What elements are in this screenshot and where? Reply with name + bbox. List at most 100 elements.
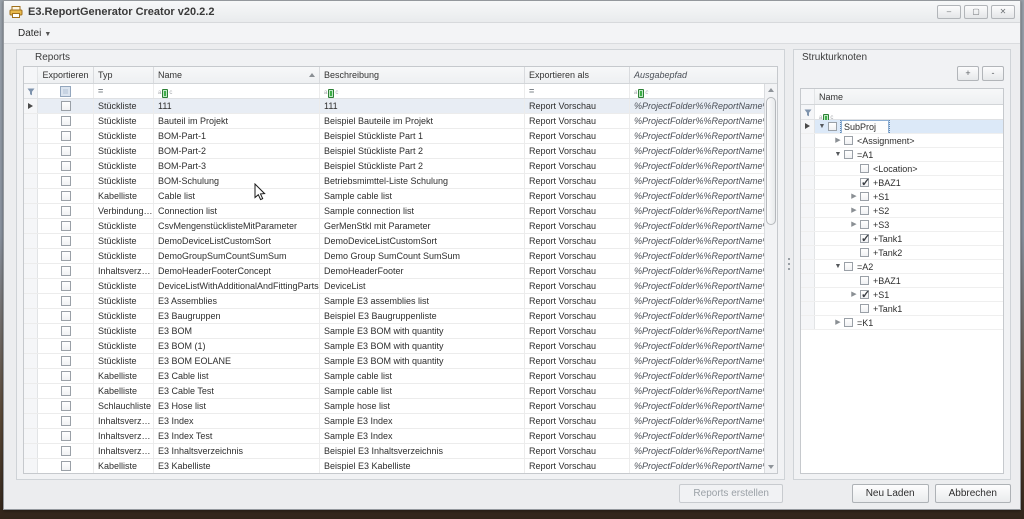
export-checkbox-cell[interactable] <box>38 249 94 263</box>
scroll-down-icon[interactable] <box>765 461 777 473</box>
reports-erstellen-button[interactable]: Reports erstellen <box>679 484 783 503</box>
export-checkbox-cell[interactable] <box>38 459 94 473</box>
export-checkbox-cell[interactable] <box>38 354 94 368</box>
column-header-exportieren[interactable]: Exportieren <box>38 67 94 83</box>
table-row[interactable]: StücklisteBOM-SchulungBetriebsmimttel-Li… <box>24 174 764 189</box>
table-row[interactable]: InhaltsverzeichnisDemoHeaderFooterConcep… <box>24 264 764 279</box>
expand-closed-icon[interactable]: ▶ <box>833 316 843 329</box>
node-label[interactable]: +Tank2 <box>873 247 902 259</box>
export-checkbox-cell[interactable] <box>38 324 94 338</box>
export-checkbox-cell[interactable] <box>38 144 94 158</box>
table-row[interactable]: StücklisteDemoGroupSumCountSumSumDemo Gr… <box>24 249 764 264</box>
export-checkbox-cell[interactable] <box>38 279 94 293</box>
table-row[interactable]: KabellisteE3 KabellisteBeispiel E3 Kabel… <box>24 459 764 473</box>
export-checkbox-cell[interactable] <box>38 369 94 383</box>
column-header-beschreibung[interactable]: Beschreibung <box>320 67 525 83</box>
export-checkbox-cell[interactable] <box>38 339 94 353</box>
tree-node-row[interactable]: ▶=K1 <box>801 316 1003 330</box>
table-row[interactable]: StücklisteE3 BOM EOLANESample E3 BOM wit… <box>24 354 764 369</box>
tree-node-row[interactable]: +Tank1 <box>801 302 1003 316</box>
maximize-button[interactable]: ▢ <box>964 5 988 19</box>
table-row[interactable]: StücklisteCsvMengenstücklisteMitParamete… <box>24 219 764 234</box>
table-row[interactable]: StücklisteBOM-Part-2Beispiel Stückliste … <box>24 144 764 159</box>
node-checkbox[interactable] <box>860 192 869 201</box>
tree-node-row[interactable]: ▶ +S2 <box>801 204 1003 218</box>
tree-node-row[interactable]: +Tank1 <box>801 232 1003 246</box>
table-row[interactable]: InhaltsverzeichnisE3 Index TestSample E3… <box>24 429 764 444</box>
tree-filter-cell-name[interactable]: ac <box>815 105 1003 119</box>
export-checkbox-cell[interactable] <box>38 129 94 143</box>
table-row[interactable]: StücklisteDeviceListWithAdditionalAndFit… <box>24 279 764 294</box>
node-label[interactable]: +S3 <box>873 219 889 231</box>
panel-splitter[interactable] <box>785 49 793 480</box>
table-row[interactable]: StücklisteBOM-Part-3Beispiel Stückliste … <box>24 159 764 174</box>
node-checkbox[interactable] <box>860 276 869 285</box>
column-header-name[interactable]: Name <box>154 67 320 83</box>
expand-closed-icon[interactable]: ▶ <box>849 288 859 301</box>
abbrechen-button[interactable]: Abbrechen <box>935 484 1011 503</box>
node-checkbox[interactable] <box>828 122 837 131</box>
node-label[interactable]: <Location> <box>873 163 918 175</box>
expand-open-icon[interactable]: ▼ <box>833 260 843 273</box>
export-checkbox-cell[interactable] <box>38 219 94 233</box>
expand-closed-icon[interactable]: ▶ <box>833 134 843 147</box>
node-label[interactable]: +S2 <box>873 205 889 217</box>
close-button[interactable]: ✕ <box>991 5 1015 19</box>
tree-node-row[interactable]: ▶ +S3 <box>801 218 1003 232</box>
expand-open-icon[interactable]: ▼ <box>833 148 843 161</box>
tree-node-row[interactable]: ▼ =A1 <box>801 148 1003 162</box>
expand-closed-icon[interactable]: ▶ <box>849 190 859 203</box>
export-checkbox-cell[interactable] <box>38 174 94 188</box>
expand-open-icon[interactable]: ▼ <box>817 120 827 133</box>
tree-node-row[interactable]: ▶+S1 <box>801 288 1003 302</box>
add-node-button[interactable]: + <box>957 66 979 81</box>
tree-node-row[interactable]: ▼SubProj <box>801 120 1003 134</box>
table-row[interactable]: StücklisteE3 BOM (1)Sample E3 BOM with q… <box>24 339 764 354</box>
table-row[interactable]: StücklisteDemoDeviceListCustomSortDemoDe… <box>24 234 764 249</box>
filter-cell-exportieren-als[interactable]: = <box>525 84 630 98</box>
tree-node-row[interactable]: <Location> <box>801 162 1003 176</box>
menu-item-datei[interactable]: Datei▼ <box>12 26 57 41</box>
table-row[interactable]: SchlauchlisteE3 Hose listSample hose lis… <box>24 399 764 414</box>
filter-cell-ausgabepfad[interactable]: ac <box>630 84 764 98</box>
export-checkbox-cell[interactable] <box>38 159 94 173</box>
column-header-exportieren-als[interactable]: Exportieren als <box>525 67 630 83</box>
node-checkbox[interactable] <box>860 290 869 299</box>
node-label[interactable]: =A1 <box>857 149 873 161</box>
table-row[interactable]: StücklisteBOM-Part-1Beispiel Stückliste … <box>24 129 764 144</box>
node-checkbox[interactable] <box>844 136 853 145</box>
node-label[interactable]: =A2 <box>857 261 873 273</box>
filter-cell-name[interactable]: ac <box>154 84 320 98</box>
column-header-typ[interactable]: Typ <box>94 67 154 83</box>
node-checkbox[interactable] <box>860 304 869 313</box>
filter-cell-exportieren[interactable] <box>38 84 94 98</box>
node-checkbox[interactable] <box>860 206 869 215</box>
node-checkbox[interactable] <box>844 318 853 327</box>
vertical-scrollbar[interactable] <box>764 84 777 473</box>
node-checkbox[interactable] <box>860 220 869 229</box>
tree-node-row[interactable]: ▶+S1 <box>801 190 1003 204</box>
table-row[interactable]: StücklisteE3 BOMSample E3 BOM with quant… <box>24 324 764 339</box>
node-checkbox[interactable] <box>860 164 869 173</box>
tree-column-header-name[interactable]: Name <box>815 89 1003 104</box>
remove-node-button[interactable]: - <box>982 66 1004 81</box>
export-checkbox-cell[interactable] <box>38 204 94 218</box>
table-row[interactable]: VerbindungslisteConnection listSample co… <box>24 204 764 219</box>
node-checkbox[interactable] <box>844 262 853 271</box>
export-checkbox-cell[interactable] <box>38 189 94 203</box>
export-checkbox-cell[interactable] <box>38 429 94 443</box>
tree-node-row[interactable]: +BAZ1 <box>801 176 1003 190</box>
table-row[interactable]: KabellisteE3 Cable TestSample cable list… <box>24 384 764 399</box>
node-label[interactable]: <Assignment> <box>857 135 915 147</box>
node-checkbox[interactable] <box>844 150 853 159</box>
scroll-thumb[interactable] <box>766 97 776 225</box>
tree-node-row[interactable]: ▶ <Assignment> <box>801 134 1003 148</box>
export-checkbox-cell[interactable] <box>38 414 94 428</box>
expand-closed-icon[interactable]: ▶ <box>849 204 859 217</box>
export-checkbox-cell[interactable] <box>38 99 94 113</box>
expand-closed-icon[interactable]: ▶ <box>849 218 859 231</box>
export-checkbox-cell[interactable] <box>38 399 94 413</box>
node-label[interactable]: +BAZ1 <box>873 275 901 287</box>
node-label[interactable]: +Tank1 <box>873 233 902 245</box>
export-checkbox-cell[interactable] <box>38 294 94 308</box>
